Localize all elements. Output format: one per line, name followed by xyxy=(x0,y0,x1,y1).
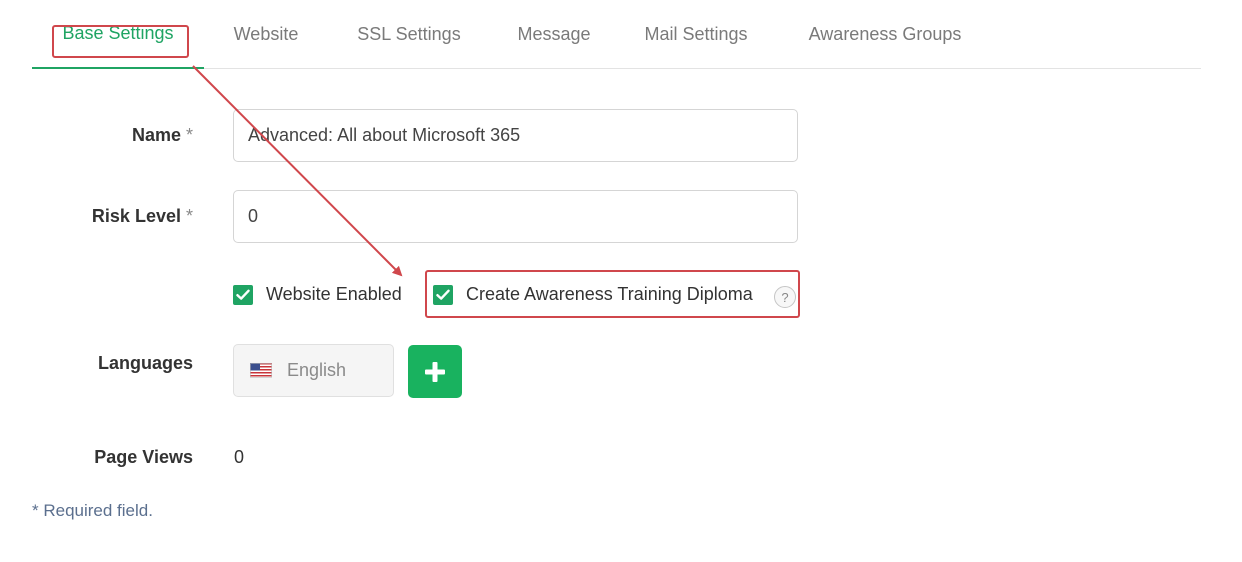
page-views-label-text: Page Views xyxy=(94,447,193,467)
page-views-value: 0 xyxy=(234,447,245,467)
tab-base-settings[interactable]: Base Settings xyxy=(32,0,204,69)
tab-message[interactable]: Message xyxy=(506,0,602,68)
check-icon[interactable] xyxy=(433,284,453,305)
settings-tabs: Base Settings Website SSL Settings Messa… xyxy=(32,0,1201,69)
risk-level-label: Risk Level * xyxy=(13,206,193,227)
language-chip-label: English xyxy=(287,360,347,380)
tab-website[interactable]: Website xyxy=(220,0,312,68)
risk-level-value: 0 xyxy=(248,206,259,226)
name-label: Name * xyxy=(13,125,193,146)
website-enabled-label: Website Enabled xyxy=(266,284,402,304)
risk-level-field[interactable]: 0 xyxy=(233,190,798,243)
name-label-text: Name xyxy=(131,125,181,145)
page-views-label: Page Views xyxy=(13,447,193,468)
languages-label-text: Languages xyxy=(97,353,193,373)
name-field[interactable]: Advanced: All about Microsoft 365 xyxy=(233,109,798,162)
base-settings-page: Base Settings Website SSL Settings Messa… xyxy=(0,0,1242,562)
check-icon[interactable] xyxy=(233,284,253,305)
language-chip[interactable]: English xyxy=(233,344,394,397)
plus-icon xyxy=(425,361,445,382)
risk-level-label-text: Risk Level xyxy=(91,206,181,226)
website-enabled-checkbox-row[interactable]: Website Enabled xyxy=(233,284,402,305)
required-marker: * xyxy=(185,125,193,145)
add-language-button[interactable] xyxy=(408,345,462,398)
help-icon[interactable]: ? xyxy=(774,286,796,308)
diploma-label: Create Awareness Training Diploma xyxy=(466,284,753,304)
required-marker: * xyxy=(185,206,193,226)
required-field-note: * Required field. xyxy=(32,501,153,520)
tab-mail-settings[interactable]: Mail Settings xyxy=(634,0,758,68)
us-flag-icon xyxy=(250,363,272,378)
tab-ssl-settings[interactable]: SSL Settings xyxy=(344,0,474,68)
tab-awareness-groups[interactable]: Awareness Groups xyxy=(796,0,974,68)
languages-label: Languages xyxy=(13,353,193,374)
annotation-arrow xyxy=(192,65,403,277)
diploma-checkbox-row[interactable]: Create Awareness Training Diploma xyxy=(433,284,753,305)
name-field-value: Advanced: All about Microsoft 365 xyxy=(248,125,521,145)
